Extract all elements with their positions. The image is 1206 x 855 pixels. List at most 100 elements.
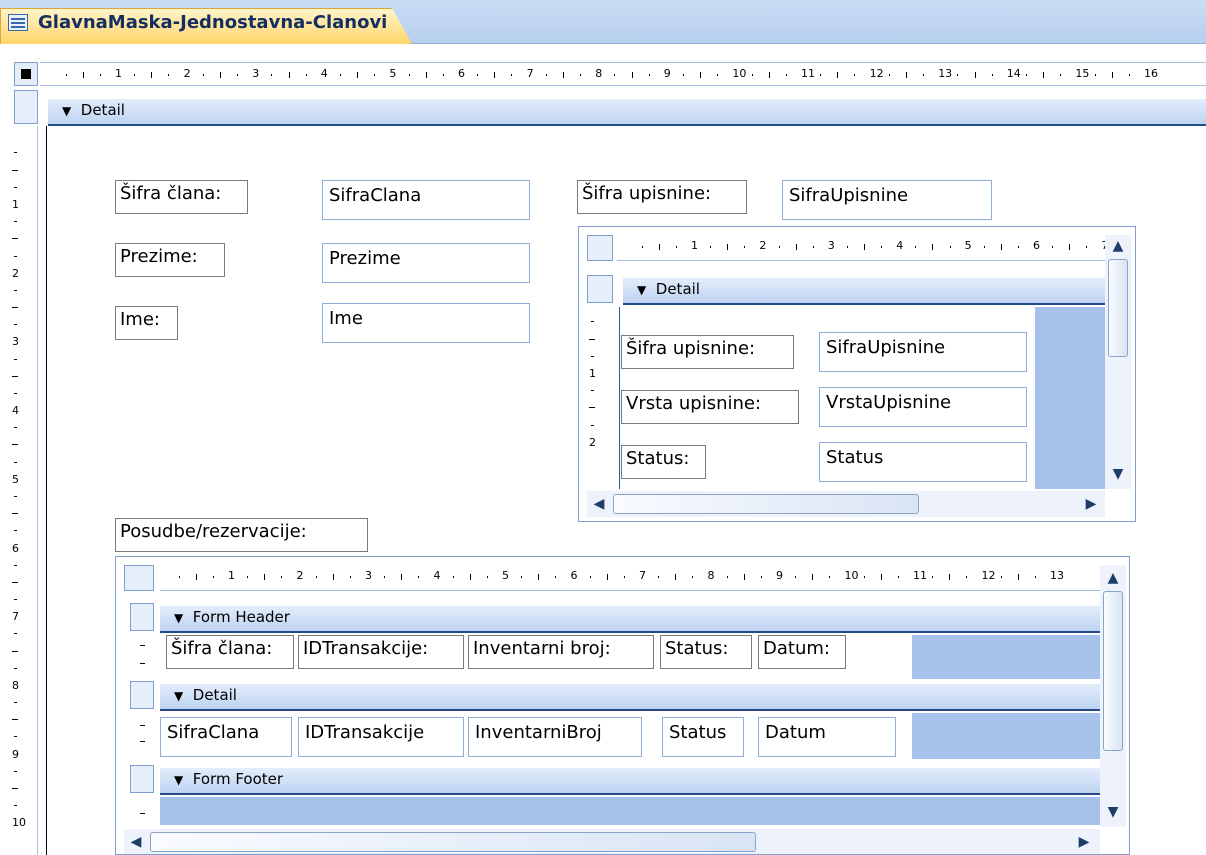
ruler-number: 4 — [12, 404, 19, 418]
ruler-number: 4 — [896, 239, 904, 252]
subform-horizontal-ruler: 1 2 3 4 5 6 7 8 9 10 11 12 13 — [160, 565, 1100, 591]
sifra-clana-label[interactable]: Šifra člana: — [115, 180, 248, 214]
subform-posudbe[interactable]: 1 2 3 4 5 6 7 8 9 10 11 12 13 ▼ Form Header Šifra čl… — [115, 556, 1130, 855]
arrow-down-icon: ▼ — [174, 689, 184, 703]
section-bar-label: Form Header — [192, 608, 290, 626]
detail-textbox[interactable]: Status — [662, 717, 744, 757]
section-bar-label: Detail — [192, 686, 237, 704]
section-selector[interactable] — [14, 90, 38, 124]
ime-label[interactable]: Ime: — [115, 306, 178, 340]
arrow-down-icon: ▼ — [174, 611, 184, 625]
ruler-number: 12 — [981, 569, 996, 582]
ruler-edge — [619, 307, 620, 489]
ruler-number: 3 — [365, 569, 372, 582]
status-label[interactable]: Status: — [621, 445, 706, 479]
ruler-number: 16 — [1144, 67, 1158, 80]
ruler-number: 1 — [691, 239, 698, 252]
subform-vertical-ruler: 12 — [587, 307, 617, 489]
scroll-up-icon[interactable]: ▲ — [1100, 569, 1126, 587]
section-selector[interactable] — [130, 681, 154, 709]
scroll-up-icon[interactable]: ▲ — [1105, 237, 1131, 255]
scroll-down-icon[interactable]: ▼ — [1100, 803, 1126, 821]
ruler-number: 9 — [12, 747, 19, 761]
vertical-ruler: 1 2 3 4 5 6 7 8 9 10 — [10, 126, 38, 855]
form-selector[interactable] — [14, 62, 38, 86]
status-textbox[interactable]: Status — [819, 442, 1027, 482]
subform-selector[interactable] — [124, 565, 154, 591]
subform-section-bar-detail[interactable]: ▼ Detail — [623, 277, 1111, 305]
ruler-number: 3 — [12, 335, 19, 349]
arrow-down-icon: ▼ — [62, 104, 72, 118]
ruler-number: 7 — [12, 610, 19, 624]
ruler-number: 15 — [1075, 67, 1090, 80]
posudbe-rezervacije-label[interactable]: Posudbe/rezervacije: — [115, 518, 368, 552]
subform-horizontal-ruler: 1234567 — [617, 235, 1108, 261]
ruler-number: 9 — [776, 569, 783, 582]
ruler-number: 10 — [12, 816, 26, 830]
prezime-label[interactable]: Prezime: — [115, 243, 225, 277]
sifra-upisnine-label[interactable]: Šifra upisnine: — [621, 335, 794, 369]
ruler-number: 2 — [12, 266, 19, 280]
scroll-down-icon[interactable]: ▼ — [1105, 465, 1131, 483]
subform-vertical-ruler — [130, 635, 154, 681]
section-selector[interactable] — [130, 765, 154, 793]
detail-textbox[interactable]: SifraClana — [160, 717, 292, 757]
ruler-number: 4 — [433, 569, 441, 582]
ruler-number: 6 — [458, 67, 465, 80]
vrsta-upisnine-textbox[interactable]: VrstaUpisnine — [819, 387, 1027, 427]
ruler-number: 2 — [296, 569, 304, 582]
header-label[interactable]: Šifra člana: — [166, 635, 294, 669]
detail-textbox[interactable]: IDTransakcije — [298, 717, 464, 757]
ruler-number: 1 — [228, 569, 235, 582]
ruler-number: 12 — [869, 67, 884, 80]
scroll-left-icon[interactable]: ◀ — [587, 495, 611, 513]
vertical-scroll-thumb[interactable] — [1103, 591, 1123, 751]
subform-section-bar-footer[interactable]: ▼ Form Footer — [160, 767, 1100, 795]
ime-textbox[interactable]: Ime — [322, 303, 530, 343]
subform-selector[interactable] — [587, 235, 613, 261]
header-label[interactable]: IDTransakcije: — [298, 635, 464, 669]
document-tab-title: GlavnaMaska-Jednostavna-Clanovi — [38, 12, 388, 33]
subform-upisnine[interactable]: 1234567 ▼ Detail 12 Šifra upisnine: Sifr… — [578, 226, 1136, 522]
scroll-left-icon[interactable]: ◀ — [124, 833, 148, 851]
sifra-clana-textbox[interactable]: SifraClana — [322, 180, 530, 220]
ruler-number: 2 — [589, 435, 596, 449]
ruler-number: 1 — [12, 198, 19, 211]
header-label[interactable]: Inventarni broj: — [468, 635, 654, 669]
ruler-number: 6 — [570, 569, 578, 582]
ruler-number: 6 — [1033, 239, 1040, 252]
form-icon — [8, 14, 28, 31]
horizontal-scroll-thumb[interactable] — [150, 832, 756, 852]
sifra-upisnine-label[interactable]: Šifra upisnine: — [577, 180, 747, 214]
sifra-upisnine-textbox[interactable]: SifraUpisnine — [782, 180, 992, 220]
ruler-number: 11 — [801, 67, 815, 80]
ruler-number: 4 — [320, 67, 328, 80]
ruler-number: 9 — [663, 67, 671, 80]
ruler-number: 13 — [1050, 569, 1064, 582]
subform-section-bar-header[interactable]: ▼ Form Header — [160, 605, 1100, 633]
header-label[interactable]: Status: — [660, 635, 752, 669]
vrsta-upisnine-label[interactable]: Vrsta upisnine: — [621, 390, 799, 424]
scroll-right-icon[interactable]: ▶ — [1072, 833, 1096, 851]
ruler-number: 8 — [707, 569, 715, 582]
ruler-number: 14 — [1006, 67, 1021, 80]
ruler-number: 8 — [595, 67, 603, 80]
section-selector[interactable] — [130, 603, 154, 631]
ruler-number: 5 — [12, 472, 19, 486]
section-bar-detail[interactable]: ▼ Detail — [48, 98, 1206, 126]
detail-textbox[interactable]: Datum — [758, 717, 896, 757]
detail-textbox[interactable]: InventarniBroj — [468, 717, 642, 757]
subform-footer-area — [160, 797, 1100, 825]
section-selector[interactable] — [587, 275, 613, 303]
header-label[interactable]: Datum: — [758, 635, 846, 669]
subform-empty-area — [912, 635, 1100, 679]
subform-section-bar-detail[interactable]: ▼ Detail — [160, 683, 1100, 711]
prezime-textbox[interactable]: Prezime — [322, 243, 530, 283]
sifra-upisnine-textbox[interactable]: SifraUpisnine — [819, 332, 1027, 372]
arrow-down-icon: ▼ — [174, 773, 184, 787]
ruler-number: 7 — [526, 67, 534, 80]
horizontal-scroll-thumb[interactable] — [613, 494, 919, 514]
scroll-right-icon[interactable]: ▶ — [1079, 495, 1103, 513]
vertical-scroll-thumb[interactable] — [1108, 259, 1128, 357]
section-bar-label: Detail — [655, 280, 700, 298]
